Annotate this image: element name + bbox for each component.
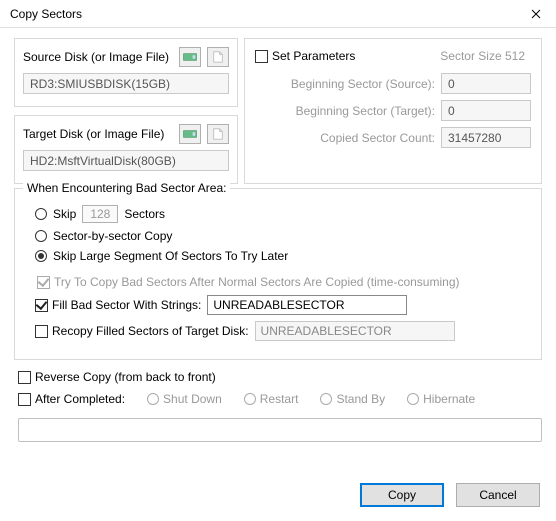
close-button[interactable] xyxy=(516,0,556,28)
after-hibernate: Hibernate xyxy=(407,392,475,406)
progress-bar xyxy=(18,418,542,442)
try-copy-input xyxy=(37,276,50,289)
close-icon xyxy=(531,9,541,19)
set-parameters-checkbox[interactable]: Set Parameters xyxy=(255,49,355,63)
bad-sector-legend: When Encountering Bad Sector Area: xyxy=(23,181,230,195)
reverse-copy-input[interactable] xyxy=(18,371,31,384)
recopy-checkbox[interactable]: Recopy Filled Sectors of Target Disk: xyxy=(35,324,249,338)
reverse-copy-label: Reverse Copy (from back to front) xyxy=(35,370,216,384)
skip-unit-label: Sectors xyxy=(124,207,165,221)
after-options: Shut Down Restart Stand By Hibernate xyxy=(147,392,475,406)
skip-large-option[interactable]: Skip Large Segment Of Sectors To Try Lat… xyxy=(35,249,529,263)
fill-string-input[interactable] xyxy=(35,299,48,312)
after-completed-checkbox[interactable]: After Completed: xyxy=(18,392,125,406)
beg-source-value: 0 xyxy=(441,73,531,94)
target-disk-value: HD2:MsftVirtualDisk(80GB) xyxy=(23,150,229,171)
select-disk-button[interactable] xyxy=(179,47,201,67)
set-parameters-label: Set Parameters xyxy=(272,49,355,63)
select-file-button[interactable] xyxy=(207,124,229,144)
copy-button[interactable]: Copy xyxy=(360,483,444,507)
skip-large-label: Skip Large Segment Of Sectors To Try Lat… xyxy=(53,249,288,263)
recopy-label: Recopy Filled Sectors of Target Disk: xyxy=(52,324,249,338)
skip-count-input[interactable] xyxy=(82,205,118,223)
skip-option[interactable]: Skip Sectors xyxy=(35,205,529,223)
target-disk-panel: Target Disk (or Image File) HD2:MsftVirt… xyxy=(14,115,238,184)
beg-target-value: 0 xyxy=(441,100,531,121)
parameters-panel: Set Parameters Sector Size 512 Beginning… xyxy=(244,38,542,184)
source-disk-panel: Source Disk (or Image File) RD3:SMIUSBDI… xyxy=(14,38,238,107)
copied-count-value: 31457280 xyxy=(441,127,531,148)
beg-target-label: Beginning Sector (Target): xyxy=(255,104,441,118)
select-disk-button[interactable] xyxy=(179,124,201,144)
try-copy-label: Try To Copy Bad Sectors After Normal Sec… xyxy=(54,275,460,289)
copied-count-label: Copied Sector Count: xyxy=(255,131,441,145)
fill-string-value[interactable] xyxy=(207,295,407,315)
fill-string-label: Fill Bad Sector With Strings: xyxy=(52,298,201,312)
sector-size-label: Sector Size 512 xyxy=(440,49,531,63)
sector-by-sector-option[interactable]: Sector-by-sector Copy xyxy=(35,229,529,243)
file-icon xyxy=(211,51,225,63)
disk-icon xyxy=(183,128,197,140)
after-standby: Stand By xyxy=(320,392,385,406)
fill-string-checkbox[interactable]: Fill Bad Sector With Strings: xyxy=(35,298,201,312)
bad-sector-group: When Encountering Bad Sector Area: Skip … xyxy=(14,188,542,360)
try-copy-checkbox: Try To Copy Bad Sectors After Normal Sec… xyxy=(37,275,529,289)
skip-radio[interactable] xyxy=(35,208,47,220)
skip-label: Skip xyxy=(53,207,76,221)
file-icon xyxy=(211,128,225,140)
reverse-copy-checkbox[interactable]: Reverse Copy (from back to front) xyxy=(18,370,542,384)
sbs-radio[interactable] xyxy=(35,230,47,242)
skip-large-radio[interactable] xyxy=(35,250,47,262)
cancel-button[interactable]: Cancel xyxy=(456,483,540,507)
after-shutdown: Shut Down xyxy=(147,392,222,406)
source-disk-value: RD3:SMIUSBDISK(15GB) xyxy=(23,73,229,94)
source-disk-label: Source Disk (or Image File) xyxy=(23,50,173,64)
set-parameters-input[interactable] xyxy=(255,50,268,63)
recopy-value xyxy=(255,321,455,341)
titlebar: Copy Sectors xyxy=(0,0,556,28)
beg-source-label: Beginning Sector (Source): xyxy=(255,77,441,91)
after-completed-label: After Completed: xyxy=(35,392,125,406)
disk-icon xyxy=(183,51,197,63)
recopy-input[interactable] xyxy=(35,325,48,338)
after-completed-input[interactable] xyxy=(18,393,31,406)
select-file-button[interactable] xyxy=(207,47,229,67)
window-title: Copy Sectors xyxy=(10,7,82,21)
sbs-label: Sector-by-sector Copy xyxy=(53,229,172,243)
after-restart: Restart xyxy=(244,392,299,406)
target-disk-label: Target Disk (or Image File) xyxy=(23,127,173,141)
